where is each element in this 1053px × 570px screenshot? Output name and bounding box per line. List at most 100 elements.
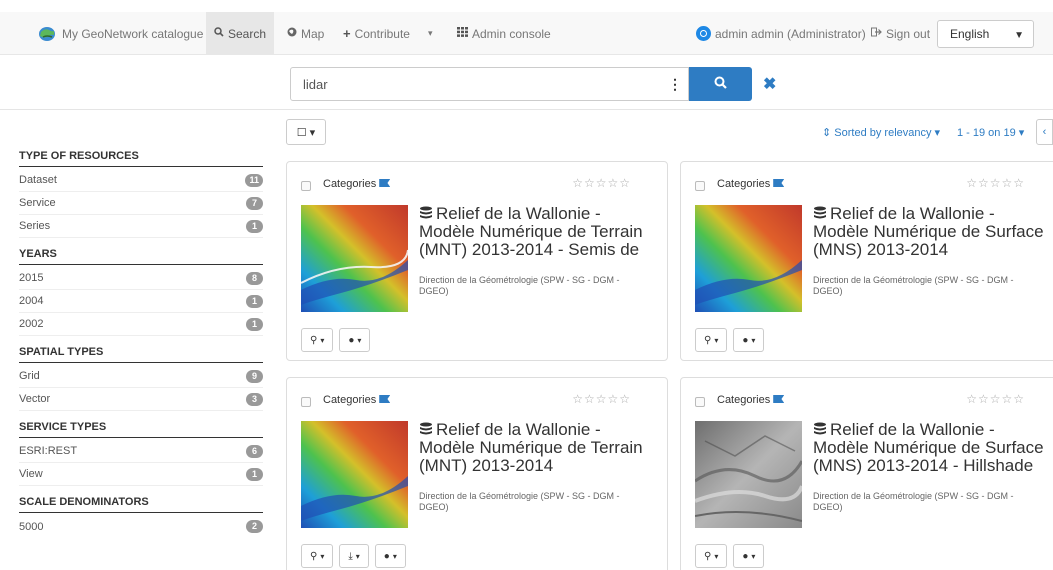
categories-link[interactable]: Categories bbox=[323, 394, 391, 406]
select-checkbox[interactable] bbox=[695, 397, 705, 407]
categories-label: Categories bbox=[717, 394, 771, 406]
facet-item[interactable]: 5000 2 bbox=[19, 515, 263, 538]
link-menu-button[interactable]: ⚲ ▾ bbox=[301, 544, 334, 568]
clear-search-button[interactable]: ✖ bbox=[763, 74, 776, 94]
nav-contribute[interactable]: + Contribute bbox=[343, 12, 410, 55]
sign-out-link[interactable]: Sign out bbox=[871, 12, 930, 55]
thumbnail-image[interactable] bbox=[695, 421, 802, 528]
language-select[interactable]: English ▼ bbox=[937, 20, 1034, 48]
facet-item[interactable]: 2015 8 bbox=[19, 267, 263, 290]
rating-stars[interactable]: ☆☆☆☆☆ bbox=[572, 392, 631, 406]
select-all-dropdown[interactable]: ☐ ▾ bbox=[286, 119, 326, 145]
facet-item[interactable]: Vector 3 bbox=[19, 388, 263, 411]
brand-link[interactable]: My GeoNetwork catalogue bbox=[38, 12, 203, 55]
select-checkbox[interactable] bbox=[301, 397, 311, 407]
globe-menu-button[interactable]: ● ▾ bbox=[339, 328, 371, 352]
facet-item[interactable]: Dataset 11 bbox=[19, 169, 263, 192]
categories-label: Categories bbox=[323, 178, 377, 190]
globe-icon: ● bbox=[742, 334, 749, 346]
card-actions: ⚲ ▾ ● ▾ bbox=[695, 328, 765, 352]
link-menu-button[interactable]: ⚲ ▾ bbox=[301, 328, 334, 352]
record-title[interactable]: Relief de la Wallonie - Modèle Numérique… bbox=[813, 205, 1053, 260]
facet-title: SERVICE TYPES bbox=[19, 421, 263, 438]
geonetwork-logo-icon bbox=[38, 26, 56, 42]
record-organisation: Direction de la Géométrologie (SPW - SG … bbox=[813, 491, 1014, 512]
search-button[interactable] bbox=[689, 67, 752, 101]
flag-icon bbox=[379, 395, 391, 403]
paging-dropdown[interactable]: 1 - 19 on 19 ▾ bbox=[957, 126, 1024, 139]
facet-item[interactable]: Service 7 bbox=[19, 192, 263, 215]
search-bar-area: ⋮ ✖ bbox=[0, 56, 1053, 110]
caret-down-icon: ▾ bbox=[357, 335, 362, 345]
user-menu[interactable]: admin admin (Administrator) bbox=[696, 12, 866, 55]
sort-dropdown[interactable]: ⇕ Sorted by relevancy ▾ bbox=[822, 126, 940, 139]
link-menu-button[interactable]: ⚲ ▾ bbox=[695, 328, 728, 352]
record-title-text: Relief de la Wallonie - Modèle Numérique… bbox=[813, 205, 1044, 259]
facet-item[interactable]: 2002 1 bbox=[19, 313, 263, 336]
caret-down-icon: ▾ bbox=[931, 127, 941, 139]
record-title-text: Relief de la Wallonie - Modèle Numérique… bbox=[419, 421, 643, 475]
record-title[interactable]: Relief de la Wallonie - Modèle Numérique… bbox=[419, 205, 659, 260]
select-checkbox[interactable] bbox=[301, 181, 311, 191]
dataset-database-icon bbox=[813, 422, 827, 436]
card-actions: ⚲ ▾ ● ▾ bbox=[301, 328, 371, 352]
facet-sidebar: TYPE OF RESOURCES Dataset 11 Service 7 Series… bbox=[19, 150, 263, 538]
search-icon bbox=[714, 76, 727, 92]
previous-page-button[interactable]: ‹ bbox=[1036, 119, 1053, 145]
select-checkbox[interactable] bbox=[695, 181, 705, 191]
facet-item-label: 2002 bbox=[19, 318, 44, 330]
facet-item-label: Dataset bbox=[19, 174, 57, 186]
search-options-button[interactable]: ⋮ bbox=[662, 67, 689, 101]
nav-search-label: Search bbox=[227, 26, 267, 41]
result-card[interactable]: Categories ☆☆☆☆☆ Relief de la Wallonie - M… bbox=[286, 161, 668, 361]
record-title[interactable]: Relief de la Wallonie - Modèle Numérique… bbox=[813, 421, 1053, 476]
categories-link[interactable]: Categories bbox=[717, 178, 785, 190]
rating-stars[interactable]: ☆☆☆☆☆ bbox=[966, 392, 1025, 406]
caret-down-icon: ▾ bbox=[751, 551, 756, 561]
result-card[interactable]: Categories ☆☆☆☆☆ Relief de la Wallonie - M… bbox=[680, 377, 1053, 570]
rating-stars[interactable]: ☆☆☆☆☆ bbox=[966, 176, 1025, 190]
facet-count-badge: 8 bbox=[246, 271, 263, 285]
facet-count-badge: 3 bbox=[246, 392, 263, 406]
link-icon: ⚲ bbox=[704, 550, 712, 562]
facet-item[interactable]: Grid 9 bbox=[19, 365, 263, 388]
thumbnail-image[interactable] bbox=[695, 205, 802, 312]
categories-link[interactable]: Categories bbox=[717, 394, 785, 406]
globe-menu-button[interactable]: ● ▾ bbox=[374, 544, 406, 568]
categories-link[interactable]: Categories bbox=[323, 178, 391, 190]
user-power-icon bbox=[696, 26, 711, 41]
thumbnail-image[interactable] bbox=[301, 205, 408, 312]
download-menu-button[interactable]: ⤓ ▾ bbox=[339, 544, 369, 568]
nav-map-label: Map bbox=[301, 26, 325, 41]
facet-item-label: 2004 bbox=[19, 295, 44, 307]
globe-menu-button[interactable]: ● ▾ bbox=[733, 328, 765, 352]
nav-admin-console[interactable]: Admin console bbox=[457, 12, 551, 55]
record-title-text: Relief de la Wallonie - Modèle Numérique… bbox=[419, 205, 643, 260]
search-input[interactable] bbox=[290, 67, 663, 101]
facet-item[interactable]: View 1 bbox=[19, 463, 263, 486]
rating-stars[interactable]: ☆☆☆☆☆ bbox=[572, 176, 631, 190]
link-menu-button[interactable]: ⚲ ▾ bbox=[695, 544, 728, 568]
sign-out-icon bbox=[871, 27, 882, 40]
facet-item-label: Vector bbox=[19, 393, 51, 405]
facet-item[interactable]: Series 1 bbox=[19, 215, 263, 238]
thumbnail-image[interactable] bbox=[301, 421, 408, 528]
nav-admin-label: Admin console bbox=[472, 26, 551, 41]
nav-map[interactable]: Map bbox=[287, 12, 324, 55]
globe-menu-button[interactable]: ● ▾ bbox=[733, 544, 765, 568]
record-title[interactable]: Relief de la Wallonie - Modèle Numérique… bbox=[419, 421, 659, 476]
facet-item[interactable]: 2004 1 bbox=[19, 290, 263, 313]
facet-count-badge: 2 bbox=[246, 520, 263, 533]
facet-item[interactable]: ESRI:REST 6 bbox=[19, 440, 263, 463]
facet-title: SCALE DENOMINATORS bbox=[19, 496, 263, 513]
facet-title: SPATIAL TYPES bbox=[19, 346, 263, 363]
nav-search[interactable]: Search bbox=[206, 12, 274, 55]
facet-count-badge: 1 bbox=[246, 219, 263, 233]
result-card[interactable]: Categories ☆☆☆☆☆ Relief de la Wallonie - M… bbox=[286, 377, 668, 570]
nav-more-dropdown[interactable]: ▾ bbox=[428, 12, 433, 55]
vertical-dots-icon: ⋮ bbox=[668, 75, 682, 92]
globe-icon: ● bbox=[348, 334, 355, 346]
sign-out-label: Sign out bbox=[886, 26, 931, 41]
sort-arrows-icon: ⇕ bbox=[822, 127, 835, 139]
result-card[interactable]: Categories ☆☆☆☆☆ Relief de la Wallonie - M… bbox=[680, 161, 1053, 361]
